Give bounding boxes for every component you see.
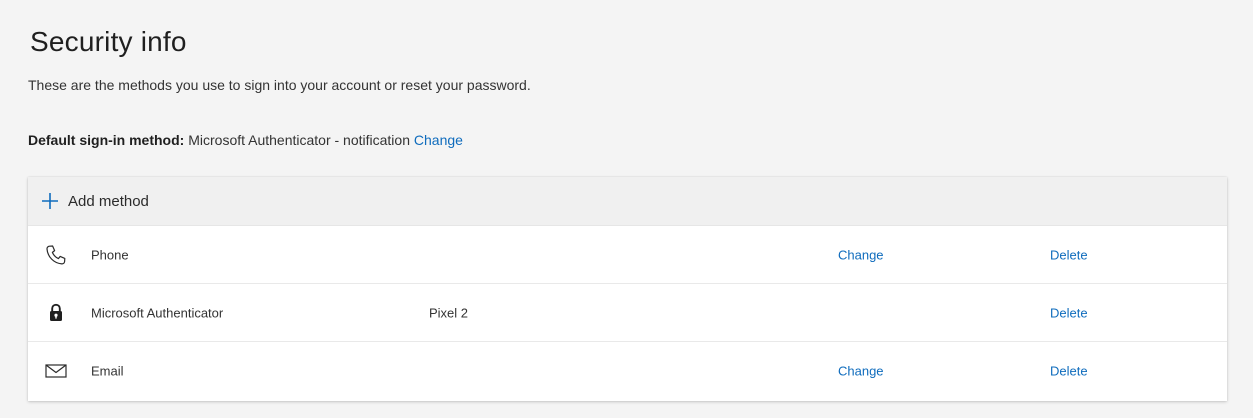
page-title: Security info [30,26,187,57]
add-method-button[interactable]: Add method [28,177,1227,226]
change-phone-link[interactable]: Change [838,247,884,262]
change-email-link[interactable]: Change [838,363,884,378]
change-default-method-link[interactable]: Change [414,132,463,148]
default-sign-in-method: Default sign-in method: Microsoft Authen… [28,132,463,148]
method-row-email: Email Change Delete [28,342,1227,399]
method-name: Microsoft Authenticator [91,305,224,320]
plus-icon [40,191,60,211]
method-detail: Pixel 2 [429,305,469,320]
default-method-value: Microsoft Authenticator - notification [188,132,410,148]
mail-icon [42,359,70,383]
method-name: Email [91,363,124,378]
page-subtitle: These are the methods you use to sign in… [28,77,531,93]
lock-icon [42,301,70,325]
method-row-authenticator: Microsoft Authenticator Pixel 2 Delete [28,284,1227,342]
methods-card: Add method Phone Change Delete Microsoft… [28,177,1227,401]
method-name: Phone [91,247,129,262]
method-row-phone: Phone Change Delete [28,226,1227,284]
default-method-label: Default sign-in method: [28,132,185,148]
delete-email-link[interactable]: Delete [1050,363,1088,378]
delete-phone-link[interactable]: Delete [1050,247,1088,262]
phone-icon [42,243,70,267]
delete-authenticator-link[interactable]: Delete [1050,305,1088,320]
add-method-label: Add method [68,192,149,210]
